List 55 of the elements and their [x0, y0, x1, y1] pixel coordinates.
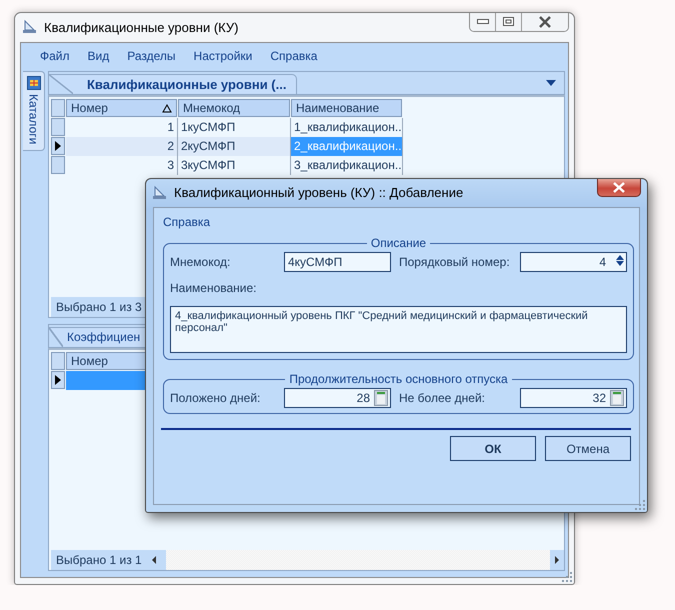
close-icon	[538, 16, 552, 28]
field-label: Положено дней:	[170, 391, 262, 405]
app-icon	[22, 19, 38, 35]
menu-item[interactable]: Разделы	[118, 49, 185, 63]
dialog-title: Квалификационный уровень (КУ) :: Добавление	[174, 185, 464, 200]
minimize-button[interactable]	[470, 13, 496, 31]
menu-item[interactable]: Настройки	[184, 49, 262, 63]
order-number-field[interactable]: 4	[520, 252, 627, 272]
column-header[interactable]: Наименование	[291, 99, 402, 117]
spin-buttons[interactable]	[616, 255, 624, 266]
resize-grip-icon[interactable]	[562, 572, 572, 582]
calculator-icon[interactable]	[610, 390, 624, 406]
table-cell: 3	[66, 156, 178, 175]
dropdown-arrow-icon[interactable]	[546, 80, 556, 86]
menu-item[interactable]: Справка	[261, 49, 326, 63]
field-label: Не более дней:	[399, 391, 486, 405]
menu-item[interactable]: Вид	[78, 49, 118, 63]
panel-tab[interactable]: Квалификационные уровни (...	[49, 74, 298, 94]
resize-grip-icon[interactable]	[635, 500, 645, 510]
table-cell: 3_квалификацион...	[291, 156, 403, 175]
sidebar-tab[interactable]: Каталоги	[23, 71, 45, 152]
field-label: Мнемокод:	[170, 255, 232, 269]
window-title: Квалификационные уровни (КУ)	[44, 20, 238, 34]
selection-count: Выбрано 1 из 3	[55, 300, 143, 314]
app-icon	[152, 184, 168, 200]
group-title: Описание	[370, 236, 428, 250]
row-header[interactable]	[51, 371, 65, 389]
table-cell: 2	[66, 137, 178, 156]
max-days-field[interactable]: 32	[520, 388, 627, 408]
mnemocode-field[interactable]: 4куСМФП	[284, 252, 391, 272]
close-button[interactable]	[597, 179, 641, 197]
table-cell: 2куСМФП	[178, 137, 291, 156]
days-field[interactable]: 28	[284, 388, 391, 408]
column-header[interactable]: Номер	[66, 99, 177, 117]
close-icon	[612, 182, 626, 193]
corner-cell	[51, 352, 65, 370]
close-button[interactable]	[522, 13, 568, 31]
calculator-icon[interactable]	[374, 390, 388, 406]
row-header[interactable]	[51, 137, 65, 155]
table-cell: 3куСМФП	[178, 156, 291, 175]
name-field[interactable]: 4_квалификационный уровень ПКГ "Средний медицинский и фармацевтический персонал"	[170, 306, 627, 353]
menu-item[interactable]: Файл	[31, 49, 79, 63]
maximize-button[interactable]	[496, 13, 522, 31]
group-title: Продолжительность основного отпуска	[288, 372, 509, 386]
dialog-button[interactable]: ОК	[450, 436, 536, 461]
field-label: Наименование:	[170, 280, 258, 297]
column-header[interactable]: Мнемокод	[178, 99, 290, 117]
corner-cell	[51, 99, 65, 117]
maximize-icon	[502, 17, 514, 27]
menu-item[interactable]: Справка	[163, 215, 210, 229]
table-icon	[26, 76, 40, 90]
field-label: Порядковый номер:	[399, 255, 511, 269]
minimize-icon	[476, 19, 488, 25]
dialog-button[interactable]: Отмена	[545, 436, 631, 461]
selection-count: Выбрано 1 из 1	[55, 553, 143, 567]
